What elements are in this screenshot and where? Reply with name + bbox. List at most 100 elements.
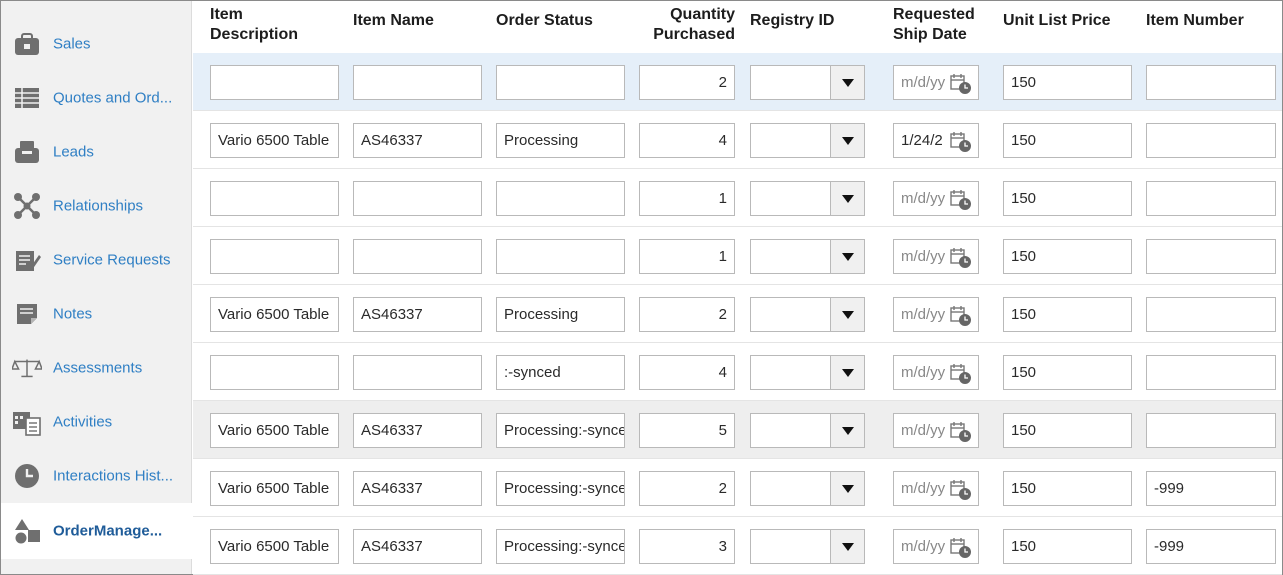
item-name-field[interactable]: AS46337 [353, 471, 482, 506]
item-name-field[interactable]: AS46337 [353, 123, 482, 158]
item-description-field[interactable] [210, 239, 339, 274]
unit-list-price-field[interactable]: 150 [1003, 471, 1132, 506]
requested-ship-date-field[interactable]: m/d/yy [893, 529, 979, 564]
calendar-clock-icon[interactable] [950, 479, 972, 505]
order-status-field[interactable] [496, 181, 625, 216]
quantity-purchased-field[interactable]: 4 [639, 123, 735, 158]
item-description-field[interactable] [210, 65, 339, 100]
order-status-field[interactable]: Processing:-synced [496, 529, 625, 564]
item-number-field[interactable] [1146, 239, 1276, 274]
item-number-field[interactable]: -999 [1146, 471, 1276, 506]
header-unit-list-price[interactable]: Unit List Price [1003, 11, 1111, 31]
registry-id-select[interactable] [750, 65, 865, 100]
dropdown-arrow-button[interactable] [830, 356, 864, 389]
requested-ship-date-field[interactable]: m/d/yy [893, 65, 979, 100]
quantity-purchased-field[interactable]: 4 [639, 355, 735, 390]
dropdown-arrow-button[interactable] [830, 66, 864, 99]
sidebar-item-quotes-and-ord[interactable]: Quotes and Ord... [1, 71, 192, 125]
item-description-field[interactable]: Vario 6500 Table [210, 413, 339, 448]
item-name-field[interactable] [353, 65, 482, 100]
calendar-clock-icon[interactable] [950, 189, 972, 215]
registry-id-select[interactable] [750, 181, 865, 216]
order-status-field[interactable] [496, 65, 625, 100]
header-quantity-purchased[interactable]: Quantity Purchased [639, 5, 735, 45]
header-item-description[interactable]: Item Description [210, 5, 330, 45]
header-item-name[interactable]: Item Name [353, 11, 434, 31]
dropdown-arrow-button[interactable] [830, 530, 864, 563]
unit-list-price-field[interactable]: 150 [1003, 413, 1132, 448]
header-requested-ship-date[interactable]: Requested Ship Date [893, 5, 989, 45]
calendar-clock-icon[interactable] [950, 421, 972, 447]
requested-ship-date-field[interactable]: m/d/yy [893, 297, 979, 332]
registry-id-select[interactable] [750, 529, 865, 564]
quantity-purchased-field[interactable]: 2 [639, 297, 735, 332]
header-registry-id[interactable]: Registry ID [750, 11, 834, 31]
requested-ship-date-field[interactable]: m/d/yy [893, 239, 979, 274]
sidebar-item-assessments[interactable]: Assessments [1, 341, 192, 395]
item-number-field[interactable] [1146, 181, 1276, 216]
requested-ship-date-field[interactable]: m/d/yy [893, 413, 979, 448]
order-status-field[interactable]: Processing [496, 297, 625, 332]
dropdown-arrow-button[interactable] [830, 182, 864, 215]
sidebar-item-leads[interactable]: Leads [1, 125, 192, 179]
sidebar-item-relationships[interactable]: Relationships [1, 179, 192, 233]
requested-ship-date-field[interactable]: m/d/yy [893, 181, 979, 216]
order-status-field[interactable]: :-synced [496, 355, 625, 390]
unit-list-price-field[interactable]: 150 [1003, 181, 1132, 216]
item-name-field[interactable] [353, 239, 482, 274]
sidebar-item-sales[interactable]: Sales [1, 17, 192, 71]
item-name-field[interactable]: AS46337 [353, 413, 482, 448]
calendar-clock-icon[interactable] [950, 73, 972, 99]
dropdown-arrow-button[interactable] [830, 414, 864, 447]
requested-ship-date-field[interactable]: 1/24/2 [893, 123, 979, 158]
unit-list-price-field[interactable]: 150 [1003, 239, 1132, 274]
item-description-field[interactable]: Vario 6500 Table [210, 297, 339, 332]
dropdown-arrow-button[interactable] [830, 472, 864, 505]
registry-id-select[interactable] [750, 123, 865, 158]
item-number-field[interactable] [1146, 355, 1276, 390]
registry-id-select[interactable] [750, 471, 865, 506]
quantity-purchased-field[interactable]: 1 [639, 181, 735, 216]
dropdown-arrow-button[interactable] [830, 124, 864, 157]
item-name-field[interactable] [353, 181, 482, 216]
registry-id-select[interactable] [750, 297, 865, 332]
quantity-purchased-field[interactable]: 2 [639, 471, 735, 506]
registry-id-select[interactable] [750, 239, 865, 274]
item-name-field[interactable]: AS46337 [353, 529, 482, 564]
unit-list-price-field[interactable]: 150 [1003, 123, 1132, 158]
requested-ship-date-field[interactable]: m/d/yy [893, 471, 979, 506]
sidebar-item-service-requests[interactable]: Service Requests [1, 233, 192, 287]
registry-id-select[interactable] [750, 355, 865, 390]
item-number-field[interactable]: -999 [1146, 529, 1276, 564]
item-number-field[interactable] [1146, 297, 1276, 332]
item-description-field[interactable] [210, 355, 339, 390]
calendar-clock-icon[interactable] [950, 305, 972, 331]
header-item-number[interactable]: Item Number [1146, 11, 1244, 31]
calendar-clock-icon[interactable] [950, 131, 972, 157]
item-description-field[interactable] [210, 181, 339, 216]
order-status-field[interactable]: Processing:-synced [496, 471, 625, 506]
unit-list-price-field[interactable]: 150 [1003, 355, 1132, 390]
header-order-status[interactable]: Order Status [496, 11, 593, 31]
item-description-field[interactable]: Vario 6500 Table [210, 471, 339, 506]
quantity-purchased-field[interactable]: 3 [639, 529, 735, 564]
dropdown-arrow-button[interactable] [830, 298, 864, 331]
sidebar-item-activities[interactable]: Activities [1, 395, 192, 449]
sidebar-item-ordermanage[interactable]: OrderManage... [1, 503, 192, 559]
quantity-purchased-field[interactable]: 2 [639, 65, 735, 100]
calendar-clock-icon[interactable] [950, 363, 972, 389]
calendar-clock-icon[interactable] [950, 537, 972, 563]
unit-list-price-field[interactable]: 150 [1003, 297, 1132, 332]
item-name-field[interactable]: AS46337 [353, 297, 482, 332]
item-number-field[interactable] [1146, 123, 1276, 158]
calendar-clock-icon[interactable] [950, 247, 972, 273]
unit-list-price-field[interactable]: 150 [1003, 65, 1132, 100]
item-name-field[interactable] [353, 355, 482, 390]
sidebar-item-notes[interactable]: Notes [1, 287, 192, 341]
order-status-field[interactable]: Processing:-synced [496, 413, 625, 448]
order-status-field[interactable]: Processing [496, 123, 625, 158]
requested-ship-date-field[interactable]: m/d/yy [893, 355, 979, 390]
dropdown-arrow-button[interactable] [830, 240, 864, 273]
quantity-purchased-field[interactable]: 1 [639, 239, 735, 274]
item-number-field[interactable] [1146, 65, 1276, 100]
